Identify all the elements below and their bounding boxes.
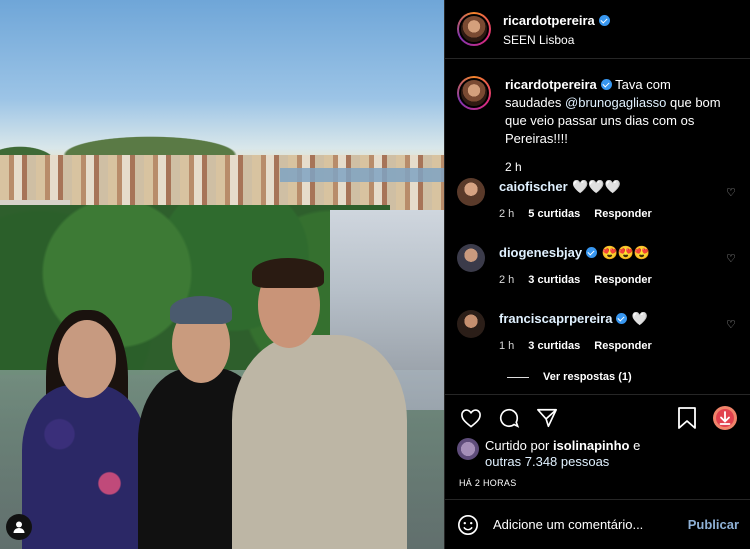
comment-text: 🤍🤍🤍: [572, 179, 621, 194]
caption-username[interactable]: ricardotpereira: [505, 77, 597, 92]
comment-text: 🤍: [631, 311, 649, 326]
person-2-cap: [170, 296, 232, 324]
liker-avatar[interactable]: [457, 438, 479, 460]
reply-button[interactable]: Responder: [594, 208, 651, 220]
comment-likes[interactable]: 5 curtidas: [528, 208, 580, 220]
like-comment-heart-icon[interactable]: ♡: [726, 252, 738, 265]
add-comment-bar: Publicar: [445, 499, 750, 549]
post-viewer: ricardotpereira SEEN Lisboa ricardotpere…: [0, 0, 750, 549]
caption-time[interactable]: 2 h: [505, 160, 725, 174]
comment-button[interactable]: [495, 404, 523, 432]
caption: ricardotpereira Tava com saudades @bruno…: [457, 76, 738, 174]
comment-item: caiofischer 🤍🤍🤍 2 h 5 curtidas Responder…: [457, 178, 738, 220]
comment-meta: 2 h 3 curtidas Responder: [499, 274, 652, 286]
publish-button[interactable]: Publicar: [688, 517, 739, 532]
emoji-icon[interactable]: [457, 514, 479, 536]
comment-time[interactable]: 2 h: [499, 208, 514, 220]
comment-avatar[interactable]: [457, 244, 485, 272]
comment-likes[interactable]: 3 curtidas: [528, 274, 580, 286]
likes-prefix: Curtido por: [485, 438, 550, 453]
author-info: ricardotpereira SEEN Lisboa: [503, 12, 610, 47]
post-timestamp[interactable]: HÁ 2 HORAS: [459, 478, 517, 488]
caption-avatar[interactable]: [457, 76, 491, 110]
post-header: ricardotpereira SEEN Lisboa: [445, 0, 750, 59]
post-photo[interactable]: [0, 0, 444, 549]
likes-text: Curtido por isolinapinho e outras 7.348 …: [485, 438, 640, 470]
verified-badge-icon: [600, 79, 612, 90]
comment-item: franciscaprpereira 🤍 1 h 3 curtidas Resp…: [457, 310, 738, 352]
post-side-panel: ricardotpereira SEEN Lisboa ricardotpere…: [444, 0, 750, 549]
view-replies-button[interactable]: Ver respostas (1): [507, 371, 632, 383]
verified-badge-icon: [616, 313, 628, 324]
comment-username[interactable]: franciscaprpereira: [499, 311, 612, 326]
reply-button[interactable]: Responder: [594, 340, 651, 352]
user-icon: [13, 521, 25, 533]
likes-others-link[interactable]: outras 7.348 pessoas: [485, 454, 609, 469]
comment-meta: 1 h 3 curtidas Responder: [499, 340, 652, 352]
comment-time[interactable]: 2 h: [499, 274, 514, 286]
like-comment-heart-icon[interactable]: ♡: [726, 318, 738, 331]
bookmark-icon: [678, 406, 696, 429]
like-comment-heart-icon[interactable]: ♡: [726, 186, 738, 199]
heart-icon: [461, 408, 481, 428]
person-3-body: [232, 335, 407, 549]
download-icon: [713, 405, 737, 430]
caption-text: ricardotpereira Tava com saudades @bruno…: [505, 76, 725, 148]
action-bar: [445, 394, 750, 440]
comment-item: diogenesbjay 😍😍😍 2 h 3 curtidas Responde…: [457, 244, 738, 286]
view-replies-label: Ver respostas (1): [543, 371, 632, 383]
paper-plane-icon: [537, 408, 557, 427]
comment-username[interactable]: caiofischer: [499, 179, 568, 194]
person-1-body: [22, 385, 147, 549]
download-button[interactable]: [711, 404, 739, 432]
person-3-hair: [252, 258, 324, 288]
author-avatar[interactable]: [457, 12, 491, 46]
comment-meta: 2 h 5 curtidas Responder: [499, 208, 652, 220]
tagged-users-button[interactable]: [6, 514, 32, 540]
replies-divider: [507, 376, 529, 378]
comment-text: 😍😍😍: [601, 245, 651, 260]
post-location[interactable]: SEEN Lisboa: [503, 33, 610, 47]
person-1-head: [58, 320, 116, 398]
like-button[interactable]: [457, 404, 485, 432]
save-button[interactable]: [673, 404, 701, 432]
likes-summary: Curtido por isolinapinho e outras 7.348 …: [457, 438, 640, 470]
comment-likes[interactable]: 3 curtidas: [528, 340, 580, 352]
verified-badge-icon: [586, 247, 598, 258]
verified-badge-icon: [598, 14, 610, 26]
comment-username[interactable]: diogenesbjay: [499, 245, 582, 260]
reply-button[interactable]: Responder: [594, 274, 651, 286]
comment-input[interactable]: [493, 517, 688, 532]
likes-conj: e: [633, 438, 641, 453]
author-username[interactable]: ricardotpereira: [503, 13, 595, 28]
caption-mention[interactable]: @brunogagliasso: [565, 95, 666, 110]
share-button[interactable]: [533, 404, 561, 432]
photo-river: [280, 168, 444, 182]
comment-time[interactable]: 1 h: [499, 340, 514, 352]
liker-username[interactable]: isolinapinho: [553, 438, 630, 453]
comment-avatar[interactable]: [457, 310, 485, 338]
comment-bubble-icon: [499, 408, 520, 428]
comment-avatar[interactable]: [457, 178, 485, 206]
